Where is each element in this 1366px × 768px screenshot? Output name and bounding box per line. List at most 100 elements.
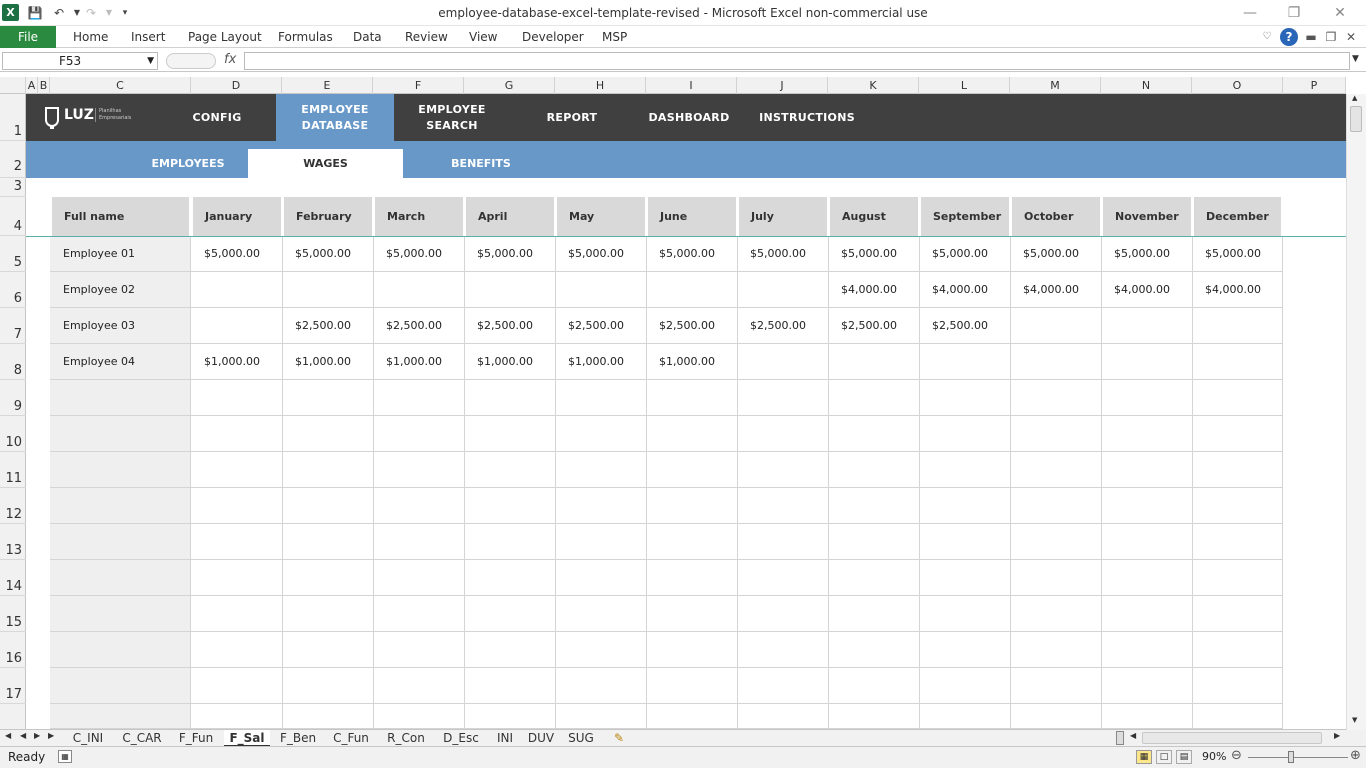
empty-cell[interactable] — [919, 524, 1011, 560]
sheet-tab[interactable]: C_CAR — [116, 730, 168, 747]
empty-cell[interactable] — [737, 524, 829, 560]
header-full-name[interactable]: Full name — [52, 197, 189, 236]
empty-cell[interactable] — [373, 596, 465, 632]
empty-cell[interactable] — [373, 416, 465, 452]
vertical-scrollbar-thumb[interactable] — [1350, 106, 1362, 132]
row-header[interactable]: 12 — [0, 488, 26, 524]
wage-cell[interactable]: $4,000.00 — [1101, 272, 1193, 308]
empty-cell[interactable] — [828, 416, 920, 452]
header-april[interactable]: April — [466, 197, 554, 236]
empty-cell[interactable] — [464, 596, 556, 632]
row-header[interactable]: 3 — [0, 178, 26, 197]
empty-cell[interactable] — [282, 524, 374, 560]
empty-cell[interactable] — [1010, 380, 1102, 416]
empty-cell[interactable] — [1101, 704, 1193, 729]
hscroll-right-icon[interactable]: ▶ — [1334, 731, 1340, 740]
tab-page-layout[interactable]: Page Layout — [188, 30, 262, 44]
hscroll-left-icon[interactable]: ◀ — [1130, 731, 1136, 740]
empty-cell[interactable] — [737, 488, 829, 524]
empty-cell[interactable] — [1010, 632, 1102, 668]
empty-cell[interactable] — [828, 632, 920, 668]
column-header[interactable]: J — [737, 77, 828, 94]
empty-cell[interactable] — [828, 452, 920, 488]
employee-name-cell[interactable]: Employee 01 — [50, 236, 191, 272]
wage-cell[interactable]: $5,000.00 — [191, 236, 283, 272]
empty-cell[interactable] — [1010, 416, 1102, 452]
empty-cell[interactable] — [737, 560, 829, 596]
wage-cell[interactable]: $5,000.00 — [282, 236, 374, 272]
subnav-benefits[interactable]: BENEFITS — [426, 149, 536, 178]
nav-config[interactable]: CONFIG — [176, 94, 258, 141]
header-february[interactable]: February — [284, 197, 372, 236]
wage-cell[interactable]: $2,500.00 — [828, 308, 920, 344]
help-icon[interactable]: ? — [1280, 28, 1298, 46]
empty-cell[interactable] — [464, 632, 556, 668]
empty-cell[interactable] — [737, 632, 829, 668]
tab-data[interactable]: Data — [353, 30, 382, 44]
empty-cell[interactable] — [828, 704, 920, 729]
empty-cell[interactable] — [282, 596, 374, 632]
sheet-tab[interactable]: D_Esc — [436, 730, 486, 747]
name-box[interactable]: F53 ▼ — [2, 52, 158, 70]
wage-cell[interactable]: $4,000.00 — [1010, 272, 1102, 308]
nav-dashboard[interactable]: DASHBOARD — [646, 94, 732, 141]
empty-cell[interactable] — [1192, 596, 1283, 632]
header-march[interactable]: March — [375, 197, 463, 236]
sheet-tab[interactable]: F_Fun — [172, 730, 220, 747]
wage-cell[interactable]: $5,000.00 — [1192, 236, 1283, 272]
empty-cell[interactable] — [373, 704, 465, 729]
employee-name-cell[interactable]: Employee 02 — [50, 272, 191, 308]
row-header[interactable]: 8 — [0, 344, 26, 380]
empty-cell[interactable] — [1192, 632, 1283, 668]
empty-cell[interactable] — [919, 452, 1011, 488]
employee-name-cell[interactable]: Employee 03 — [50, 308, 191, 344]
header-september[interactable]: September — [921, 197, 1009, 236]
zoom-out-icon[interactable]: ⊖ — [1231, 748, 1242, 763]
wage-cell[interactable] — [191, 272, 283, 308]
empty-cell[interactable] — [282, 704, 374, 729]
wage-cell[interactable]: $5,000.00 — [464, 236, 556, 272]
empty-cell[interactable] — [464, 380, 556, 416]
empty-cell[interactable] — [555, 416, 647, 452]
empty-cell[interactable] — [828, 596, 920, 632]
column-header[interactable]: B — [38, 77, 50, 94]
empty-cell[interactable] — [646, 452, 738, 488]
empty-cell[interactable] — [919, 596, 1011, 632]
sheet-tab-active[interactable]: F_Sal — [224, 730, 270, 747]
empty-cell[interactable] — [50, 632, 191, 668]
tab-view[interactable]: View — [469, 30, 497, 44]
tab-home[interactable]: Home — [73, 30, 108, 44]
wage-cell[interactable]: $5,000.00 — [555, 236, 647, 272]
employee-name-cell[interactable]: Employee 04 — [50, 344, 191, 380]
empty-cell[interactable] — [919, 488, 1011, 524]
empty-cell[interactable] — [50, 596, 191, 632]
row-header[interactable]: 16 — [0, 632, 26, 668]
empty-cell[interactable] — [1192, 524, 1283, 560]
wage-cell[interactable]: $5,000.00 — [646, 236, 738, 272]
empty-cell[interactable] — [1192, 488, 1283, 524]
horizontal-scrollbar-thumb[interactable] — [1142, 732, 1322, 744]
empty-cell[interactable] — [191, 524, 283, 560]
row-header[interactable]: 1 — [0, 94, 26, 141]
column-header[interactable]: H — [555, 77, 646, 94]
empty-cell[interactable] — [1101, 632, 1193, 668]
insert-function-icon[interactable]: fx — [224, 52, 236, 67]
empty-cell[interactable] — [555, 452, 647, 488]
wage-cell[interactable]: $2,500.00 — [737, 308, 829, 344]
wage-cell[interactable] — [282, 272, 374, 308]
empty-cell[interactable] — [555, 596, 647, 632]
row-header[interactable]: 9 — [0, 380, 26, 416]
empty-cell[interactable] — [1010, 668, 1102, 704]
empty-cell[interactable] — [1192, 452, 1283, 488]
empty-cell[interactable] — [373, 668, 465, 704]
empty-cell[interactable] — [464, 488, 556, 524]
row-header[interactable]: 14 — [0, 560, 26, 596]
column-header[interactable]: I — [646, 77, 737, 94]
next-sheet-icon[interactable]: ▶ — [34, 731, 40, 740]
empty-cell[interactable] — [1192, 668, 1283, 704]
empty-cell[interactable] — [919, 632, 1011, 668]
restore-icon[interactable]: ❐ — [1274, 2, 1314, 24]
row-header[interactable]: 6 — [0, 272, 26, 308]
ribbon-collapse-icon[interactable]: ♡ — [1260, 28, 1274, 46]
empty-cell[interactable] — [737, 452, 829, 488]
